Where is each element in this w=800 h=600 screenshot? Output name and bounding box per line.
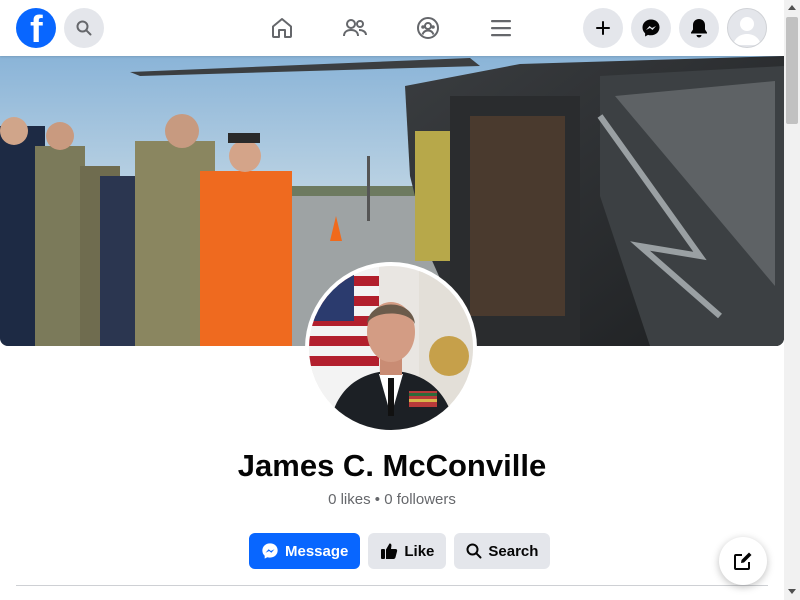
friends-icon [343,19,367,37]
default-avatar-icon [733,17,761,45]
message-button-label: Message [285,542,349,560]
search-button[interactable] [64,8,104,48]
bell-icon [691,19,707,38]
thumbs-up-icon [381,543,398,559]
home-icon [272,18,292,38]
like-button-label: Like [404,542,435,560]
plus-icon [596,21,610,35]
search-icon [466,543,482,559]
menu-icon [491,20,511,37]
account-avatar[interactable] [727,8,767,48]
compose-icon [734,552,752,570]
section-divider [16,585,768,586]
profile-photo-image [309,266,473,430]
profile-picture[interactable] [305,262,477,434]
message-button[interactable]: Message [249,533,361,569]
search-icon [76,20,92,36]
like-button[interactable]: Like [368,533,447,569]
search-button-label: Search [488,542,539,560]
new-message-button[interactable] [719,537,767,585]
messenger-icon [642,19,660,37]
menu-tab[interactable] [485,12,517,44]
scroll-up-arrow-icon[interactable] [788,5,796,10]
profile-name: James C. McConville [237,448,547,483]
top-navigation-bar: f [0,0,784,56]
search-profile-button[interactable]: Search [454,533,551,569]
create-button[interactable] [583,8,623,48]
scrollbar-thumb[interactable] [786,17,798,124]
notifications-button[interactable] [679,8,719,48]
profile-actions: Message Like Search [249,533,551,569]
profile-stats: 0 likes • 0 followers [328,491,456,508]
friends-tab[interactable] [339,12,371,44]
scroll-down-arrow-icon[interactable] [788,589,796,594]
groups-icon [417,17,439,39]
home-tab[interactable] [266,12,298,44]
facebook-logo[interactable]: f [16,8,56,48]
messenger-icon [262,543,278,559]
messenger-button[interactable] [631,8,671,48]
groups-tab[interactable] [412,12,444,44]
